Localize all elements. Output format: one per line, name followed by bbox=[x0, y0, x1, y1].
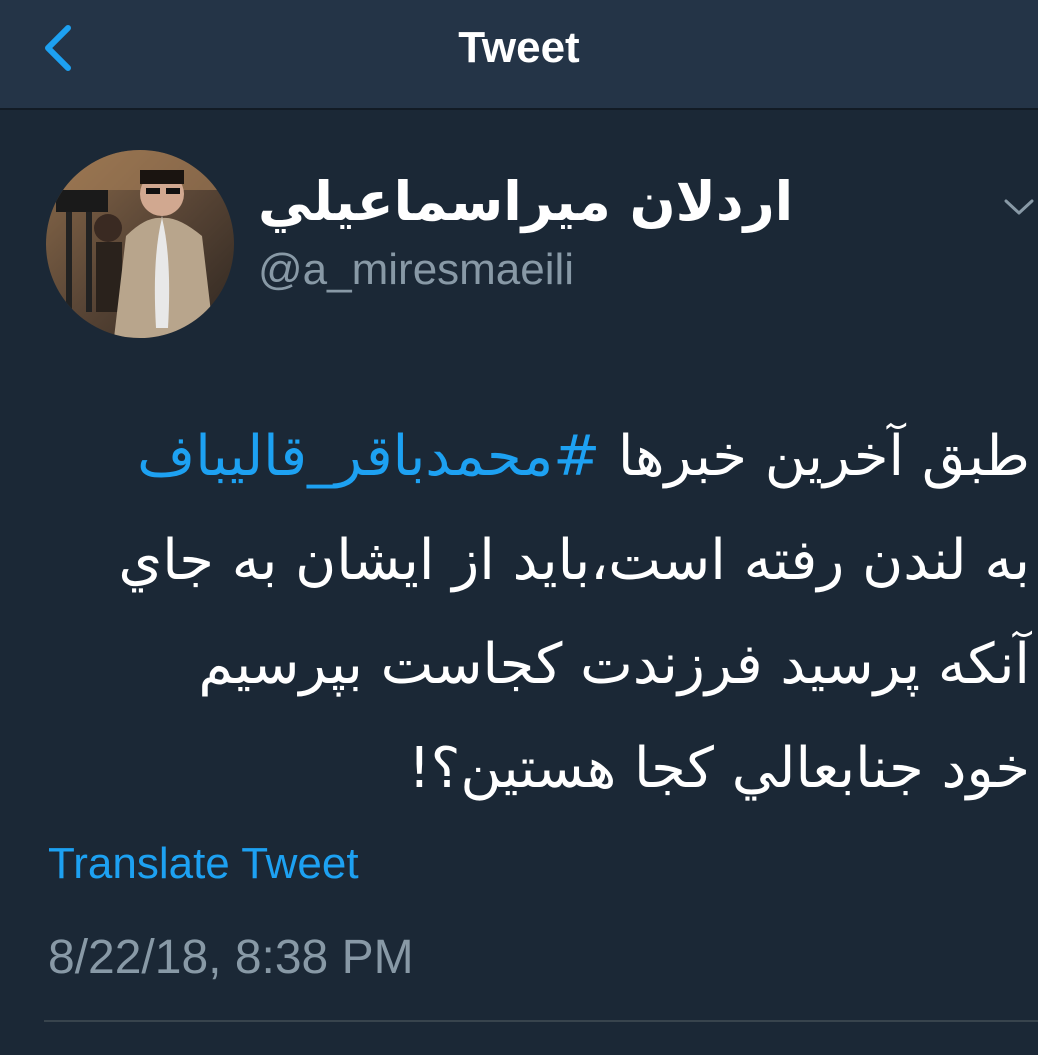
divider bbox=[44, 1020, 1038, 1022]
tweet-text-line: آنكه پرسيد فرزندت كجاست بپرسيم bbox=[198, 632, 1030, 697]
tweet-text-line: طبق آخرين خبرها #محمدباقر_قاليباف bbox=[0, 405, 1030, 509]
tweet-text-line: خود جنابعالي كجا هستين؟! bbox=[408, 736, 1030, 801]
page-title: Tweet bbox=[458, 23, 580, 72]
tweet-timestamp: 8/22/18, 8:38 PM bbox=[48, 931, 414, 984]
tweet-detail-screen: Tweet اردلان ميراسماعيلي @a_miresmaeili … bbox=[0, 0, 1038, 1055]
hashtag-link[interactable]: #محمدباقر_قاليباف bbox=[137, 424, 600, 489]
tweet-text: طبق آخرين خبرها #محمدباقر_قاليباف به لند… bbox=[0, 405, 1030, 821]
avatar[interactable] bbox=[46, 150, 234, 338]
navigation-bar: Tweet bbox=[0, 0, 1038, 110]
tweet-text-line: به لندن رفته است،بايد از ايشان به جاي bbox=[118, 528, 1030, 593]
author-display-name[interactable]: اردلان ميراسماعيلي bbox=[258, 170, 793, 234]
author-handle[interactable]: @a_miresmaeili bbox=[258, 242, 574, 298]
chevron-down-icon[interactable] bbox=[1000, 195, 1038, 219]
translate-tweet-link[interactable]: Translate Tweet bbox=[48, 836, 359, 892]
tweet-text-segment: طبق آخرين خبرها bbox=[600, 424, 1030, 489]
